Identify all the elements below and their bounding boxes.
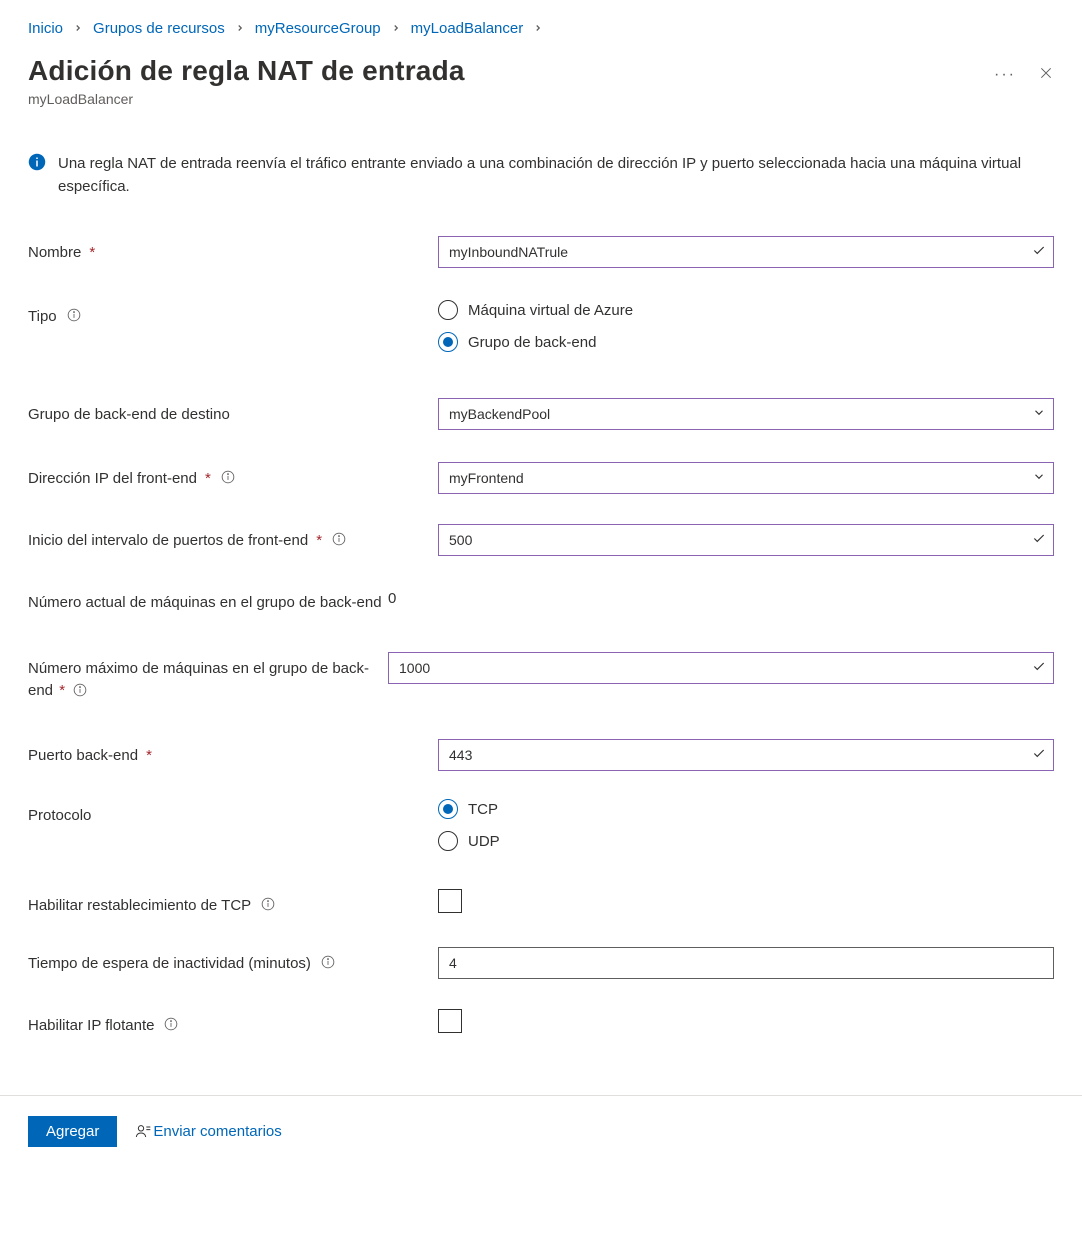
radio-icon	[438, 831, 458, 851]
radio-icon	[438, 300, 458, 320]
backend-group-select[interactable]	[438, 398, 1054, 430]
info-hint-icon[interactable]	[164, 1017, 178, 1031]
footer: Agregar Enviar comentarios	[0, 1095, 1082, 1171]
port-start-input[interactable]	[438, 524, 1054, 556]
required-indicator: *	[205, 468, 211, 490]
frontend-ip-label: Dirección IP del front-end	[28, 468, 197, 490]
current-machines-value: 0	[388, 586, 1054, 607]
info-text: Una regla NAT de entrada reenvía el tráf…	[58, 153, 1054, 198]
radio-label: Grupo de back-end	[468, 334, 596, 351]
breadcrumb: Inicio Grupos de recursos myResourceGrou…	[28, 16, 1054, 55]
required-indicator: *	[59, 682, 65, 699]
backend-port-input[interactable]	[438, 739, 1054, 771]
info-hint-icon[interactable]	[321, 955, 335, 969]
tcp-reset-label: Habilitar restablecimiento de TCP	[28, 895, 251, 917]
more-actions-button[interactable]: ···	[994, 66, 1016, 84]
protocol-radio-group: TCP UDP	[438, 799, 1054, 851]
required-indicator: *	[316, 530, 322, 552]
protocol-radio-udp[interactable]: UDP	[438, 831, 1054, 851]
close-button[interactable]	[1038, 65, 1054, 84]
info-banner: Una regla NAT de entrada reenvía el tráf…	[28, 153, 1054, 198]
protocol-label: Protocolo	[28, 805, 91, 827]
breadcrumb-my-resource-group[interactable]: myResourceGroup	[255, 20, 381, 37]
floating-ip-checkbox[interactable]	[438, 1009, 462, 1033]
page-subtitle: myLoadBalancer	[28, 91, 465, 107]
page-header: Adición de regla NAT de entrada myLoadBa…	[28, 55, 1054, 107]
idle-timeout-label: Tiempo de espera de inactividad (minutos…	[28, 953, 311, 975]
breadcrumb-home[interactable]: Inicio	[28, 20, 63, 37]
backend-port-label: Puerto back-end	[28, 745, 138, 767]
backend-group-label: Grupo de back-end de destino	[28, 404, 230, 426]
name-label: Nombre	[28, 242, 81, 264]
info-hint-icon[interactable]	[332, 532, 346, 546]
chevron-right-icon	[73, 20, 83, 37]
required-indicator: *	[146, 745, 152, 767]
type-radio-group: Máquina virtual de Azure Grupo de back-e…	[438, 300, 1054, 352]
idle-timeout-input[interactable]	[438, 947, 1054, 979]
info-hint-icon[interactable]	[67, 308, 81, 322]
protocol-radio-tcp[interactable]: TCP	[438, 799, 1054, 819]
info-hint-icon[interactable]	[73, 683, 87, 697]
add-button[interactable]: Agregar	[28, 1116, 117, 1147]
port-start-label: Inicio del intervalo de puertos de front…	[28, 530, 308, 552]
chevron-right-icon	[533, 20, 543, 37]
info-icon	[28, 153, 48, 198]
tcp-reset-checkbox[interactable]	[438, 889, 462, 913]
required-indicator: *	[89, 242, 95, 264]
radio-label: UDP	[468, 833, 500, 850]
type-radio-backend-group[interactable]: Grupo de back-end	[438, 332, 1054, 352]
page-title: Adición de regla NAT de entrada	[28, 55, 465, 87]
type-radio-vm[interactable]: Máquina virtual de Azure	[438, 300, 1054, 320]
frontend-ip-select[interactable]	[438, 462, 1054, 494]
feedback-icon	[135, 1123, 151, 1139]
type-label: Tipo	[28, 306, 57, 328]
feedback-text: Enviar comentarios	[153, 1123, 281, 1140]
radio-label: TCP	[468, 801, 498, 818]
radio-icon	[438, 332, 458, 352]
info-hint-icon[interactable]	[261, 897, 275, 911]
floating-ip-label: Habilitar IP flotante	[28, 1015, 154, 1037]
current-machines-label: Número actual de máquinas en el grupo de…	[28, 592, 382, 614]
name-input[interactable]	[438, 236, 1054, 268]
form: Nombre * Tipo Máquina virtual de Azure	[28, 226, 1054, 1047]
chevron-right-icon	[235, 20, 245, 37]
breadcrumb-resource-groups[interactable]: Grupos de recursos	[93, 20, 225, 37]
chevron-right-icon	[391, 20, 401, 37]
feedback-link[interactable]: Enviar comentarios	[135, 1123, 281, 1140]
radio-label: Máquina virtual de Azure	[468, 302, 633, 319]
radio-icon	[438, 799, 458, 819]
info-hint-icon[interactable]	[221, 470, 235, 484]
breadcrumb-my-load-balancer[interactable]: myLoadBalancer	[411, 20, 524, 37]
close-icon	[1038, 65, 1054, 81]
max-machines-input[interactable]	[388, 652, 1054, 684]
